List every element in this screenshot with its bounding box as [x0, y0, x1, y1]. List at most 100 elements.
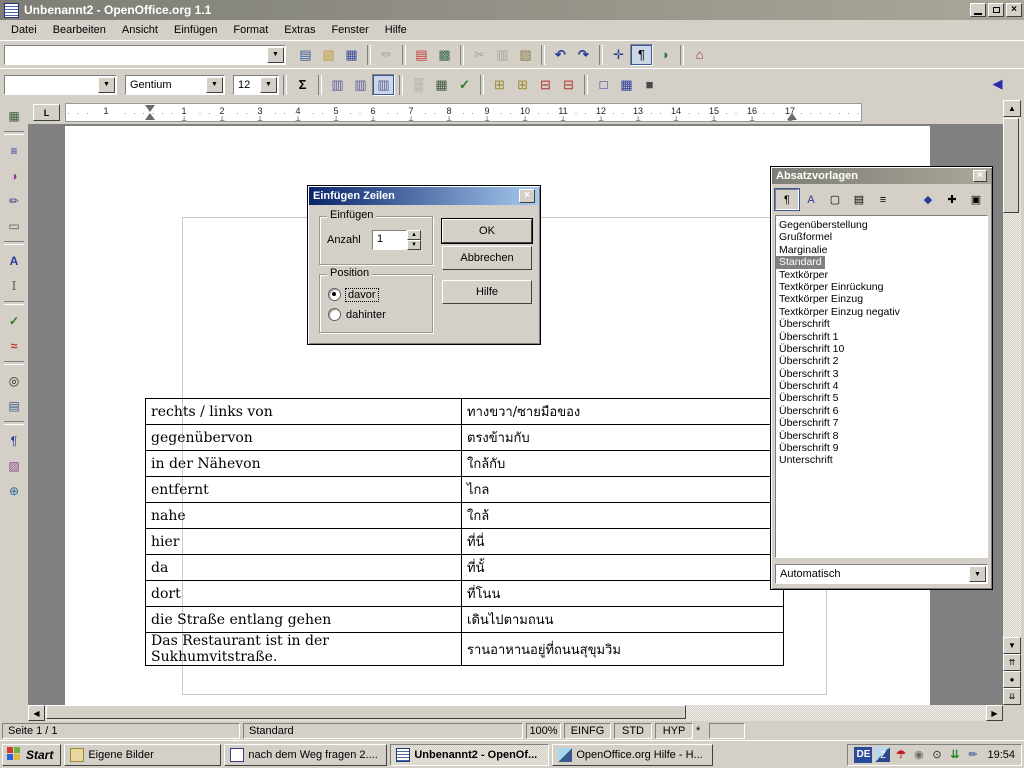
- style-list-item[interactable]: Überschrift 8: [776, 430, 987, 442]
- style-list-item[interactable]: Grußformel: [776, 231, 987, 243]
- menu-bearbeiten[interactable]: Bearbeiten: [45, 21, 114, 39]
- taskbar-task-hilfe[interactable]: OpenOffice.org Hilfe - H...: [552, 744, 713, 766]
- help-button[interactable]: Hilfe: [442, 280, 532, 304]
- menu-fenster[interactable]: Fenster: [323, 21, 376, 39]
- page-styles-button[interactable]: ▤: [847, 189, 871, 210]
- dialog-close-button[interactable]: ×: [519, 189, 535, 203]
- status-hyperlink-mode[interactable]: HYP: [655, 723, 693, 739]
- menu-hilfe[interactable]: Hilfe: [377, 21, 415, 39]
- copy-button[interactable]: ▥: [491, 44, 514, 66]
- font-name-combobox[interactable]: Gentium ▼: [125, 75, 225, 95]
- status-page-style[interactable]: Standard: [243, 723, 523, 739]
- borders-button[interactable]: ▦: [615, 74, 638, 96]
- paste-button[interactable]: ▧: [514, 44, 537, 66]
- gallery-button[interactable]: ⌂: [688, 44, 711, 66]
- spin-up-button[interactable]: ▲: [407, 230, 421, 240]
- update-style-button[interactable]: ▣: [964, 189, 988, 210]
- stylist-button[interactable]: ¶: [630, 44, 653, 66]
- style-filter-combobox[interactable]: Automatisch ▼: [775, 564, 988, 584]
- radio-dahinter[interactable]: dahinter: [328, 308, 386, 321]
- restore-button[interactable]: [988, 3, 1004, 17]
- nonprinting-characters-button[interactable]: ¶: [1, 428, 27, 453]
- navigator-button[interactable]: ✛: [607, 44, 630, 66]
- split-cells-horizontal-button[interactable]: ▥: [349, 74, 372, 96]
- status-insert-mode[interactable]: EINFG: [564, 723, 611, 739]
- online-layout-button[interactable]: ⊕: [1, 478, 27, 503]
- style-list-item[interactable]: Textkörper Einzug negativ: [776, 306, 987, 318]
- scroll-down-button[interactable]: ▼: [1003, 637, 1021, 654]
- style-list-item[interactable]: Überschrift 10: [776, 343, 987, 355]
- draw-functions-button[interactable]: ✏: [1, 188, 27, 213]
- frame-styles-button[interactable]: ▢: [823, 189, 847, 210]
- undo-button[interactable]: ↶: [549, 44, 572, 66]
- table-cell-th[interactable]: ที่นั้: [462, 555, 784, 581]
- horizontal-ruler[interactable]: 1 1 2 3 4 5 6 7 8 9 10 11 12 13 14 15 16…: [65, 103, 862, 122]
- insert-rows-dialog[interactable]: Einfügen Zeilen × Einfügen Anzahl 1 ▲ ▼ …: [307, 185, 541, 345]
- first-line-indent-marker[interactable]: [145, 105, 155, 112]
- insert-row-button[interactable]: ⊞: [488, 74, 511, 96]
- export-pdf-button[interactable]: ▤: [410, 44, 433, 66]
- horizontal-scroll-track[interactable]: [45, 705, 986, 721]
- cut-button[interactable]: ✂: [468, 44, 491, 66]
- style-dropdown-button[interactable]: ▼: [98, 77, 115, 93]
- spellcheck-button[interactable]: ✓: [1, 308, 27, 333]
- paragraph-style-combobox[interactable]: ▼: [4, 75, 117, 95]
- style-list-item[interactable]: Textkörper Einzug: [776, 293, 987, 305]
- optimize-button[interactable]: ✓: [453, 74, 476, 96]
- style-list-item[interactable]: Überschrift 6: [776, 405, 987, 417]
- insert-object-button[interactable]: ◑: [1, 163, 27, 188]
- new-document-button[interactable]: ▤: [294, 44, 317, 66]
- menu-ansicht[interactable]: Ansicht: [114, 21, 166, 39]
- table-cell-de[interactable]: gegenübervon: [146, 425, 462, 451]
- new-style-from-selection-button[interactable]: ✚: [940, 189, 964, 210]
- form-functions-button[interactable]: ▭: [1, 213, 27, 238]
- style-list-item-selected[interactable]: Standard: [776, 256, 825, 268]
- table-cell-th[interactable]: ทางขวา/ซายมือของ: [462, 399, 784, 425]
- navigation-button[interactable]: ●: [1003, 671, 1021, 688]
- delete-column-button[interactable]: ⊟: [557, 74, 580, 96]
- dialog-titlebar[interactable]: Einfügen Zeilen ×: [309, 187, 539, 205]
- style-list-item[interactable]: Überschrift 1: [776, 331, 987, 343]
- scroll-right-button[interactable]: ▶: [986, 705, 1003, 721]
- window-titlebar[interactable]: Unbenannt2 - OpenOffice.org 1.1 ×: [0, 0, 1024, 20]
- antivir-icon[interactable]: ☂: [893, 747, 908, 762]
- status-zoom[interactable]: 100%: [526, 723, 561, 739]
- menu-extras[interactable]: Extras: [276, 21, 323, 39]
- style-list-item[interactable]: Überschrift 2: [776, 355, 987, 367]
- next-page-button[interactable]: ⇊: [1003, 688, 1021, 705]
- network-activity-icon[interactable]: ⇊: [947, 747, 962, 762]
- style-list[interactable]: Gegenüberstellung Grußformel Marginalie …: [775, 215, 988, 558]
- find-replace-button[interactable]: ◎: [1, 368, 27, 393]
- fill-format-mode-button[interactable]: ◆: [916, 189, 940, 210]
- count-value[interactable]: 1: [372, 230, 407, 250]
- paragraph-styles-button[interactable]: ¶: [775, 189, 799, 210]
- table-cell-de[interactable]: rechts / links von: [146, 399, 462, 425]
- url-dropdown-button[interactable]: ▼: [267, 47, 284, 63]
- vertical-scrollbar[interactable]: ▲ ▼ ⇈ ● ⇊: [1003, 100, 1021, 705]
- start-button[interactable]: Start: [2, 744, 61, 766]
- vertical-scroll-track[interactable]: [1003, 117, 1021, 637]
- style-list-item[interactable]: Überschrift: [776, 318, 987, 330]
- previous-page-button[interactable]: ⇈: [1003, 654, 1021, 671]
- style-list-item[interactable]: Gegenüberstellung: [776, 219, 987, 231]
- minimize-button[interactable]: [970, 3, 986, 17]
- pen-tablet-icon[interactable]: ✏: [965, 747, 980, 762]
- style-list-item[interactable]: Textkörper: [776, 269, 987, 281]
- spin-down-button[interactable]: ▼: [407, 240, 421, 250]
- table-cell-th[interactable]: เดินไปตามถนน: [462, 607, 784, 633]
- status-selection-mode[interactable]: STD: [614, 723, 652, 739]
- redo-button[interactable]: ↷: [572, 44, 595, 66]
- style-list-item[interactable]: Überschrift 9: [776, 442, 987, 454]
- style-list-item[interactable]: Unterschrift: [776, 454, 987, 466]
- horizontal-scrollbar[interactable]: ◀ ▶: [28, 705, 1003, 721]
- left-indent-marker[interactable]: [145, 113, 155, 120]
- menu-einfuegen[interactable]: Einfügen: [166, 21, 225, 39]
- right-indent-marker[interactable]: [787, 113, 797, 120]
- ok-button[interactable]: OK: [442, 219, 532, 243]
- scroll-left-button[interactable]: ◀: [28, 705, 45, 721]
- table-cell-th[interactable]: รานอาหานอยู่ที่ถนนสุขุมวิม: [462, 633, 784, 666]
- table-cell-th[interactable]: ตรงข้ามกับ: [462, 425, 784, 451]
- table-cell-de[interactable]: hier: [146, 529, 462, 555]
- print-file-button[interactable]: ▩: [433, 44, 456, 66]
- table-properties-button[interactable]: ▦: [430, 74, 453, 96]
